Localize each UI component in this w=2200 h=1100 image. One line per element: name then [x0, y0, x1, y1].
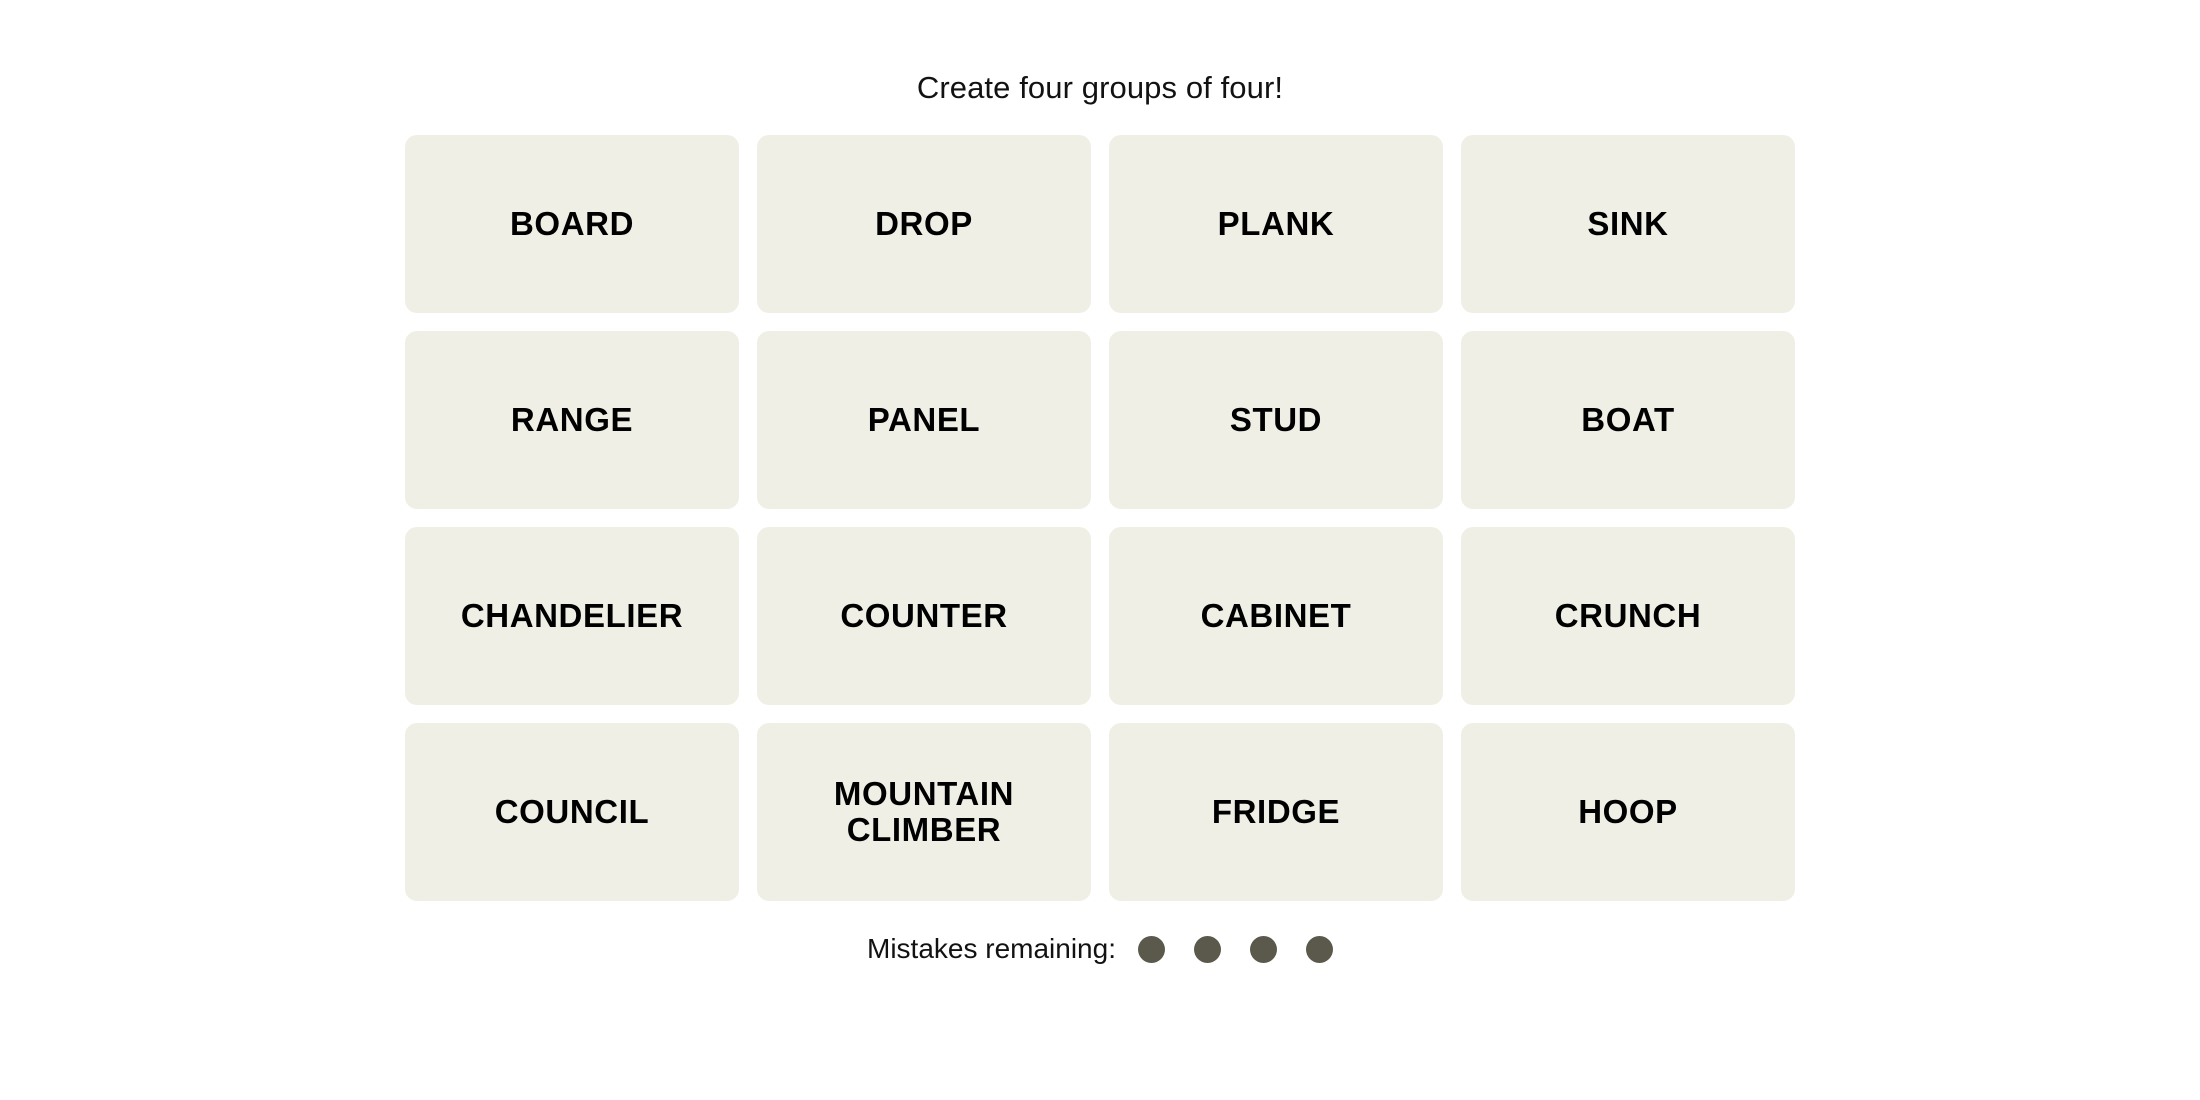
tile-label: BOARD — [510, 205, 634, 243]
tile[interactable]: BOARD — [405, 135, 739, 313]
tile-label: COUNTER — [840, 597, 1008, 635]
connections-game: Create four groups of four! BOARD DROP P… — [0, 0, 2200, 1100]
tile[interactable]: SINK — [1461, 135, 1795, 313]
tile-label: BOAT — [1581, 401, 1675, 439]
tile[interactable]: DROP — [757, 135, 1091, 313]
mistake-dot — [1305, 935, 1333, 963]
tile[interactable]: PANEL — [757, 331, 1091, 509]
tile-label: CHANDELIER — [460, 597, 684, 635]
tile[interactable]: BOAT — [1461, 331, 1795, 509]
tile-label: SINK — [1587, 205, 1669, 243]
tile-label: DROP — [875, 205, 973, 243]
tile-label: HOOP — [1578, 793, 1678, 831]
tile[interactable]: PLANK — [1109, 135, 1443, 313]
tile-label: COUNCIL — [494, 793, 650, 831]
tile-label: STUD — [1229, 401, 1323, 439]
tile[interactable]: MOUNTAIN CLIMBER — [757, 723, 1091, 901]
tile[interactable]: RANGE — [405, 331, 739, 509]
tile-label: CRUNCH — [1554, 597, 1702, 635]
tile[interactable]: CABINET — [1109, 527, 1443, 705]
tile[interactable]: HOOP — [1461, 723, 1795, 901]
mistake-dot — [1137, 935, 1165, 963]
mistakes-remaining: Mistakes remaining: — [867, 935, 1333, 963]
tile-label: CABINET — [1200, 597, 1352, 635]
tile-label: FRIDGE — [1211, 793, 1341, 831]
tile-label: PANEL — [867, 401, 981, 439]
tile[interactable]: CRUNCH — [1461, 527, 1795, 705]
mistakes-dot-list — [1137, 935, 1333, 963]
mistake-dot — [1249, 935, 1277, 963]
tile[interactable]: STUD — [1109, 331, 1443, 509]
tile[interactable]: CHANDELIER — [405, 527, 739, 705]
mistake-dot — [1193, 935, 1221, 963]
tile[interactable]: FRIDGE — [1109, 723, 1443, 901]
tile-label: RANGE — [510, 401, 634, 439]
tile-grid: BOARD DROP PLANK SINK RANGE PANEL STUD B… — [405, 135, 1795, 901]
mistakes-remaining-label: Mistakes remaining: — [867, 933, 1116, 964]
tile-label: MOUNTAIN CLIMBER — [833, 775, 1015, 848]
tile[interactable]: COUNCIL — [405, 723, 739, 901]
page-title: Create four groups of four! — [916, 70, 1284, 105]
tile-label: PLANK — [1217, 205, 1335, 243]
tile[interactable]: COUNTER — [757, 527, 1091, 705]
